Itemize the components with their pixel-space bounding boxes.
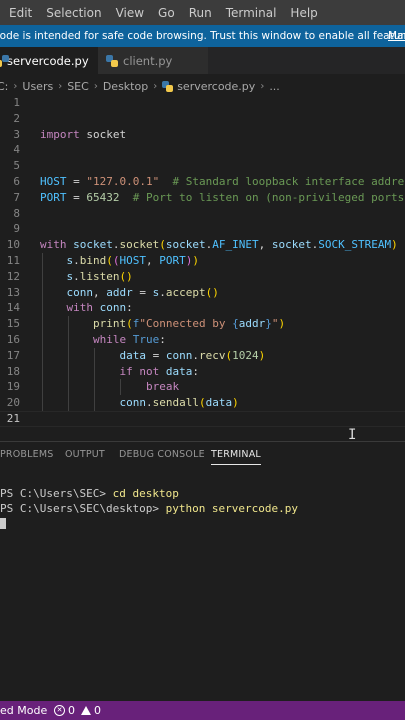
restricted-mode-indicator[interactable]: ed Mode [0, 701, 53, 720]
line-number: 6 [13, 175, 20, 188]
terminal-line: PS C:\Users\SEC> cd desktop [0, 487, 179, 500]
line-number: 7 [13, 190, 20, 204]
problems-indicator[interactable]: ✕ 0 0 [54, 701, 101, 720]
line-number: 16 [6, 333, 20, 346]
warning-count: 0 [94, 704, 101, 717]
line-number: 17 [6, 348, 20, 362]
code-line: s.listen() [66, 269, 133, 283]
line-number: 3 [13, 127, 20, 141]
terminal-command: python servercode.py [165, 502, 299, 515]
line-number: 14 [6, 301, 20, 315]
menu-view[interactable]: View [116, 6, 144, 20]
menu-run[interactable]: Run [189, 6, 212, 20]
code-line: data = conn.recv(1024) [119, 348, 266, 362]
python-file-icon [162, 80, 174, 92]
menu-terminal[interactable]: Terminal [226, 6, 277, 20]
tab-output[interactable]: OUTPUT [65, 449, 105, 460]
code-editor[interactable]: 1 2 3 import socket 4 5 6 HOST = "127.0.0.… [0, 95, 405, 431]
line-number: 19 [6, 380, 20, 394]
banner-message: ted Mode is intended for safe code brows… [0, 30, 405, 42]
code-line: with conn: [66, 301, 133, 315]
code-line: while True: [93, 333, 166, 346]
line-number: 13 [6, 285, 20, 299]
line-number: 5 [13, 159, 20, 173]
python-file-icon [106, 54, 118, 67]
editor-tab-bar: servercode.py ✕ client.py [0, 47, 405, 74]
code-line: print(f"Connected by {addr}") [93, 317, 286, 331]
line-number: 18 [6, 364, 20, 378]
tab-servercode[interactable]: servercode.py ✕ [0, 47, 108, 74]
line-number: 9 [13, 222, 20, 236]
code-line: conn.sendall(data) [119, 396, 239, 410]
code-line: with socket.socket(socket.AF_INET, socke… [40, 238, 405, 252]
line-number: 12 [6, 269, 20, 283]
line-number: 8 [13, 206, 20, 220]
tab-label: servercode.py [7, 53, 89, 68]
breadcrumb-item[interactable]: Desktop [103, 80, 148, 93]
warning-icon [81, 706, 91, 715]
menu-bar: Edit Selection View Go Run Terminal Help [0, 0, 405, 25]
terminal-line: PS C:\Users\SEC\desktop> python serverco… [0, 502, 298, 515]
line-number: 4 [13, 143, 20, 157]
error-count: 0 [68, 704, 75, 717]
line-number: 20 [6, 396, 20, 410]
line-number: 11 [6, 254, 20, 267]
tab-terminal[interactable]: TERMINAL [211, 449, 261, 465]
error-icon: ✕ [54, 705, 65, 716]
terminal-command: cd desktop [112, 487, 179, 500]
code-line: break [146, 380, 180, 394]
banner-manage-link[interactable]: Man [388, 25, 405, 47]
breadcrumb-item[interactable]: ... [269, 80, 280, 93]
code-line: PORT = 65432 # Port to listen on (non-pr… [40, 190, 405, 204]
tab-problems[interactable]: PROBLEMS [0, 449, 53, 460]
menu-selection[interactable]: Selection [46, 6, 101, 20]
tab-label: client.py [123, 53, 173, 68]
status-bar: ed Mode ✕ 0 0 [0, 701, 405, 720]
line-number: 1 [13, 96, 20, 109]
terminal-prompt: PS C:\Users\SEC\desktop> [0, 502, 166, 515]
breadcrumb-item[interactable]: C: [0, 80, 8, 93]
chevron-right-icon: › [13, 80, 18, 92]
line-number: 15 [6, 317, 20, 331]
code-line: conn, addr = s.accept() [66, 285, 219, 299]
code-line: HOST = "127.0.0.1" # Standard loopback i… [40, 175, 405, 188]
restricted-mode-banner: ted Mode is intended for safe code brows… [0, 25, 405, 47]
code-line: import socket [40, 127, 127, 141]
breadcrumb-item[interactable]: Users [22, 80, 53, 93]
menu-go[interactable]: Go [158, 6, 175, 20]
chevron-right-icon: › [260, 80, 265, 92]
line-number: 10 [6, 238, 20, 252]
line-number: 2 [13, 111, 20, 125]
terminal-prompt: PS C:\Users\SEC> [0, 487, 113, 500]
breadcrumb-item[interactable]: servercode.py [177, 80, 255, 93]
tab-debug-console[interactable]: DEBUG CONSOLE [119, 449, 205, 460]
chevron-right-icon: › [153, 80, 158, 92]
bottom-panel: PROBLEMS OUTPUT DEBUG CONSOLE TERMINAL P… [0, 441, 405, 702]
line-number: 21 [6, 412, 20, 425]
breadcrumb-item[interactable]: SEC [67, 80, 89, 93]
tab-client[interactable]: client.py [98, 47, 208, 74]
chevron-right-icon: › [93, 80, 98, 92]
breadcrumb: C: › Users › SEC › Desktop › servercode.… [0, 77, 405, 95]
menu-edit[interactable]: Edit [9, 6, 32, 20]
terminal-cursor [0, 518, 6, 529]
code-line: if not data: [119, 364, 200, 378]
menu-help[interactable]: Help [290, 6, 317, 20]
code-line: s.bind((HOST, PORT)) [66, 254, 200, 267]
chevron-right-icon: › [58, 80, 63, 92]
